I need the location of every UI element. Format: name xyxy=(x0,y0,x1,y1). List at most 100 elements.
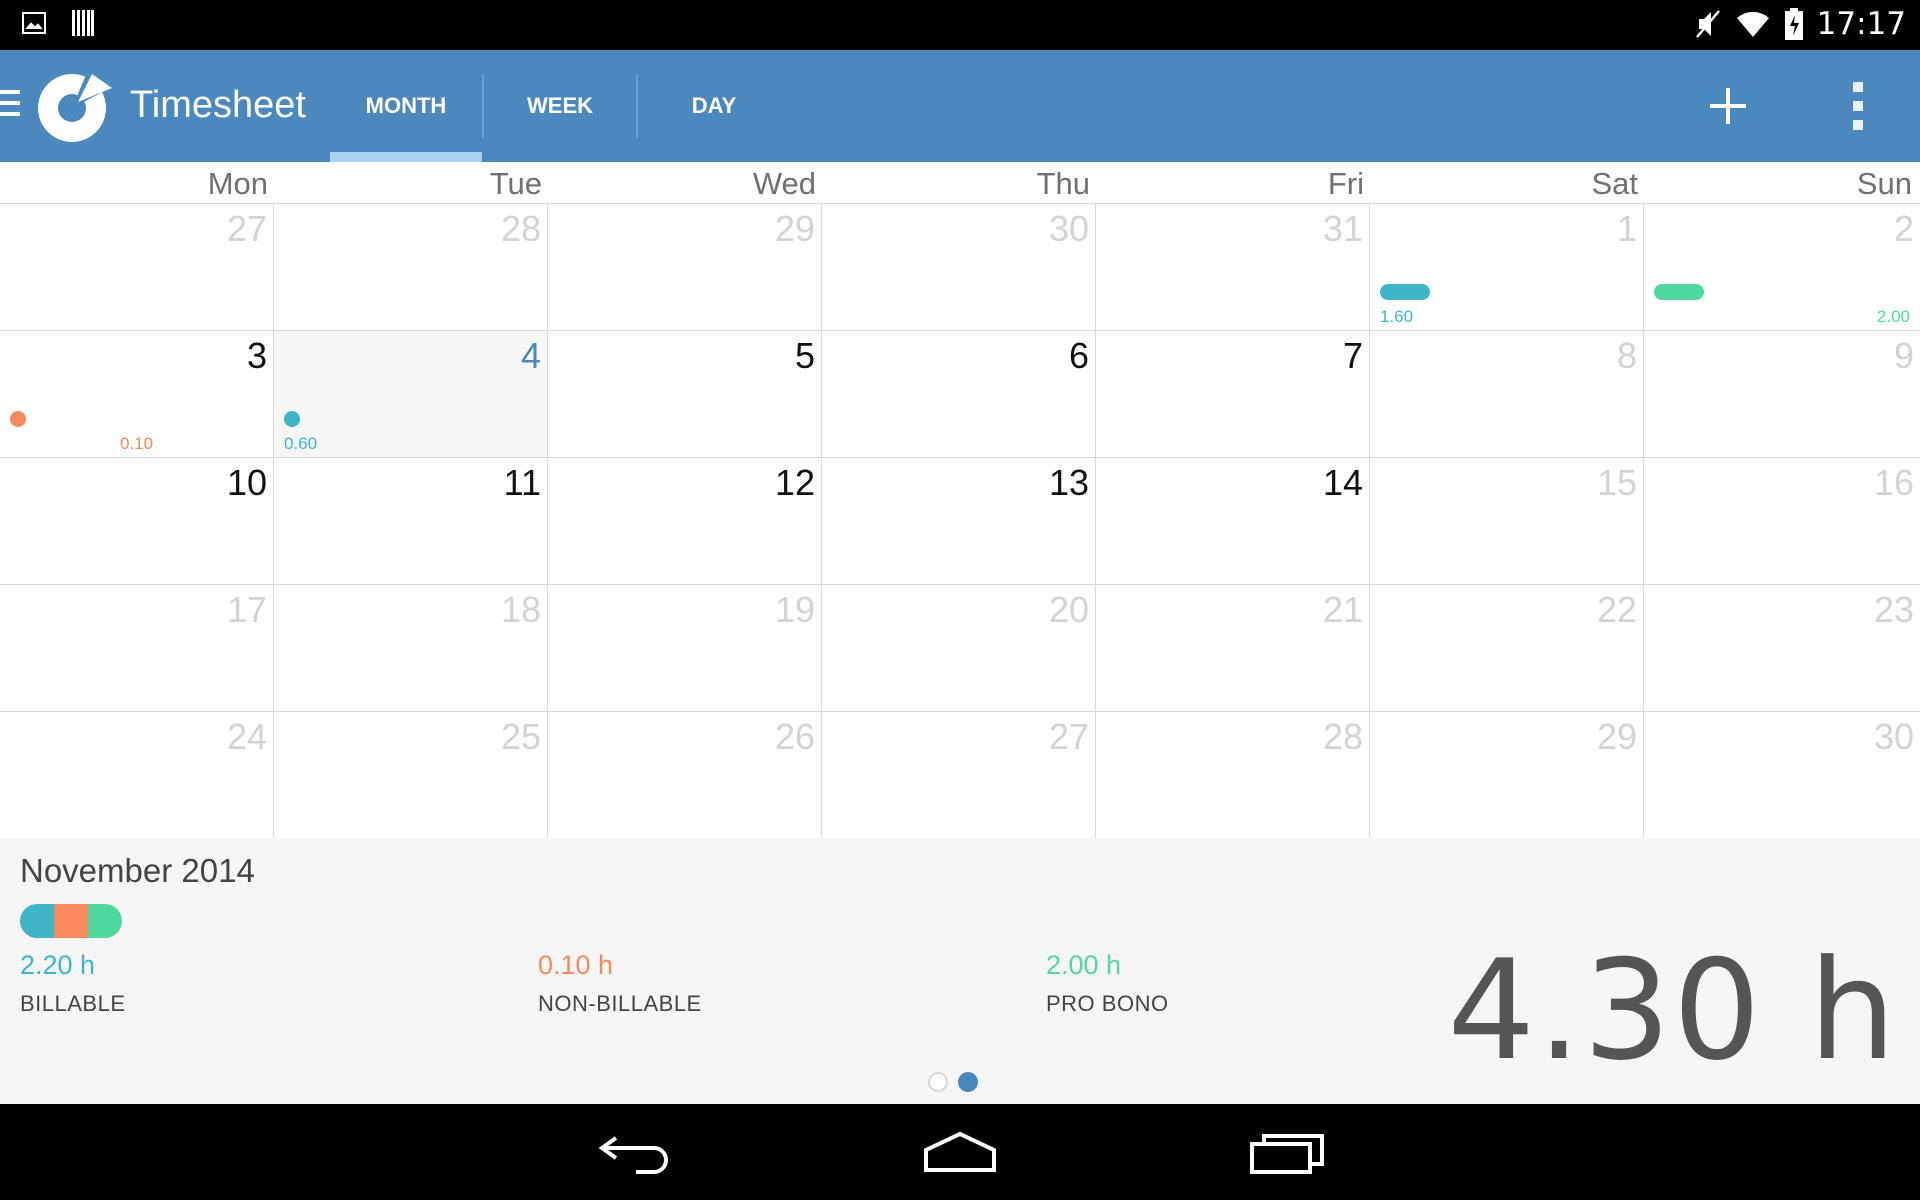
calendar-day-cell[interactable]: 13 xyxy=(822,458,1096,585)
calendar-day-cell[interactable]: 3 0.10 xyxy=(0,331,274,458)
calendar-day-cell[interactable]: 9 xyxy=(1644,331,1920,458)
barcode-icon xyxy=(72,10,94,36)
legend-nonbillable-swatch xyxy=(54,904,88,938)
tab-month[interactable]: MONTH xyxy=(330,50,482,162)
calendar-day-cell[interactable]: 26 xyxy=(548,712,822,839)
day-number: 26 xyxy=(774,716,815,757)
calendar-grid: 27 28 29 30 31 1 1.60 2 2.00 3 0.10 4 0.60 5 6 7 8 9 10 11 1… xyxy=(0,204,1920,839)
calendar-day-cell[interactable]: 5 xyxy=(548,331,822,458)
time-entry-marker[interactable] xyxy=(284,411,300,427)
weekday-label: Tue xyxy=(489,166,542,201)
day-number: 8 xyxy=(1616,335,1637,376)
calendar-day-cell[interactable]: 21 xyxy=(1096,585,1370,712)
weekday-label: Wed xyxy=(752,166,816,201)
calendar-day-cell[interactable]: 14 xyxy=(1096,458,1370,585)
calendar-day-cell[interactable]: 29 xyxy=(1370,712,1644,839)
calendar-day-cell[interactable]: 30 xyxy=(822,204,1096,331)
calendar-day-cell[interactable]: 20 xyxy=(822,585,1096,712)
entry-hours-label: 1.60 xyxy=(1380,307,1414,326)
weekday-header: Mon Tue Wed Thu Fri Sat Sun xyxy=(0,162,1920,204)
day-number: 22 xyxy=(1596,589,1637,630)
nonbillable-stat: 0.10 h NON-BILLABLE xyxy=(538,950,702,1017)
calendar-day-cell[interactable]: 7 xyxy=(1096,331,1370,458)
mute-icon xyxy=(1695,10,1720,38)
tab-week[interactable]: WEEK xyxy=(484,50,636,162)
calendar-day-cell[interactable]: 28 xyxy=(274,204,548,331)
weekday-label: Sun xyxy=(1856,166,1912,201)
calendar-day-cell[interactable]: 24 xyxy=(0,712,274,839)
view-tabs: MONTH WEEK DAY xyxy=(330,50,790,162)
probono-stat: 2.00 h PRO BONO xyxy=(1046,950,1169,1017)
nonbillable-label: NON-BILLABLE xyxy=(538,991,702,1016)
day-number: 5 xyxy=(794,335,815,376)
day-number: 11 xyxy=(503,462,541,503)
entry-hours-label: 0.60 xyxy=(284,434,318,453)
calendar-day-cell[interactable]: 19 xyxy=(548,585,822,712)
day-number: 4 xyxy=(520,335,541,376)
calendar-day-cell[interactable]: 16 xyxy=(1644,458,1920,585)
app-logo-icon[interactable] xyxy=(30,64,118,148)
page-dot[interactable] xyxy=(928,1072,948,1092)
page-dot-active[interactable] xyxy=(958,1072,978,1092)
home-icon[interactable] xyxy=(920,1130,1000,1176)
weekday-label: Mon xyxy=(207,166,268,201)
image-icon xyxy=(22,12,46,34)
calendar-day-cell[interactable]: 28 xyxy=(1096,712,1370,839)
billable-label: BILLABLE xyxy=(20,991,126,1016)
time-entry-marker[interactable] xyxy=(1654,284,1704,300)
day-number: 3 xyxy=(246,335,267,376)
legend-probono-swatch xyxy=(88,904,122,938)
calendar-day-cell[interactable]: 11 xyxy=(274,458,548,585)
calendar-day-cell[interactable]: 27 xyxy=(822,712,1096,839)
day-number: 19 xyxy=(774,589,815,630)
recents-icon[interactable] xyxy=(1248,1130,1328,1176)
system-nav-bar xyxy=(0,1104,1920,1200)
billable-stat: 2.20 h BILLABLE xyxy=(20,950,126,1017)
weekday-label: Fri xyxy=(1327,166,1364,201)
time-entry-marker[interactable] xyxy=(1380,284,1430,300)
time-entry-marker[interactable] xyxy=(10,411,26,427)
day-number: 13 xyxy=(1048,462,1089,503)
day-number: 28 xyxy=(1322,716,1363,757)
drawer-menu-icon[interactable] xyxy=(0,90,20,116)
day-number: 28 xyxy=(500,208,541,249)
day-number: 1 xyxy=(1616,208,1637,249)
calendar-day-cell[interactable]: 6 xyxy=(822,331,1096,458)
probono-hours: 2.00 h xyxy=(1046,950,1122,980)
day-number: 17 xyxy=(226,589,267,630)
app-bar: Timesheet MONTH WEEK DAY xyxy=(0,50,1920,162)
calendar-day-cell[interactable]: 2 2.00 xyxy=(1644,204,1920,331)
calendar-day-cell[interactable]: 29 xyxy=(548,204,822,331)
calendar-day-cell[interactable]: 27 xyxy=(0,204,274,331)
day-number: 16 xyxy=(1873,462,1914,503)
calendar-day-cell[interactable]: 31 xyxy=(1096,204,1370,331)
overflow-menu-icon[interactable] xyxy=(1840,82,1876,130)
day-number: 15 xyxy=(1596,462,1637,503)
calendar-day-cell[interactable]: 17 xyxy=(0,585,274,712)
day-number: 18 xyxy=(500,589,541,630)
calendar-day-cell[interactable]: 12 xyxy=(548,458,822,585)
calendar-day-cell[interactable]: 18 xyxy=(274,585,548,712)
tab-day[interactable]: DAY xyxy=(638,50,790,162)
day-number: 29 xyxy=(1596,716,1637,757)
app-title: Timesheet xyxy=(130,84,306,126)
day-number: 6 xyxy=(1068,335,1089,376)
weekday-label: Thu xyxy=(1036,166,1090,201)
calendar-day-cell[interactable]: 4 0.60 xyxy=(274,331,548,458)
summary-month: November 2014 xyxy=(20,852,255,889)
calendar-day-cell[interactable]: 8 xyxy=(1370,331,1644,458)
calendar-day-cell[interactable]: 10 xyxy=(0,458,274,585)
calendar-day-cell[interactable]: 15 xyxy=(1370,458,1644,585)
back-icon[interactable] xyxy=(596,1130,676,1176)
day-number: 10 xyxy=(226,462,267,503)
day-number: 23 xyxy=(1873,589,1914,630)
calendar-day-cell[interactable]: 22 xyxy=(1370,585,1644,712)
add-icon[interactable] xyxy=(1700,78,1756,134)
calendar-day-cell[interactable]: 30 xyxy=(1644,712,1920,839)
day-number: 27 xyxy=(1048,716,1089,757)
day-number: 20 xyxy=(1048,589,1089,630)
calendar-day-cell[interactable]: 23 xyxy=(1644,585,1920,712)
calendar-day-cell[interactable]: 1 1.60 xyxy=(1370,204,1644,331)
page-indicator[interactable] xyxy=(928,1072,978,1092)
calendar-day-cell[interactable]: 25 xyxy=(274,712,548,839)
